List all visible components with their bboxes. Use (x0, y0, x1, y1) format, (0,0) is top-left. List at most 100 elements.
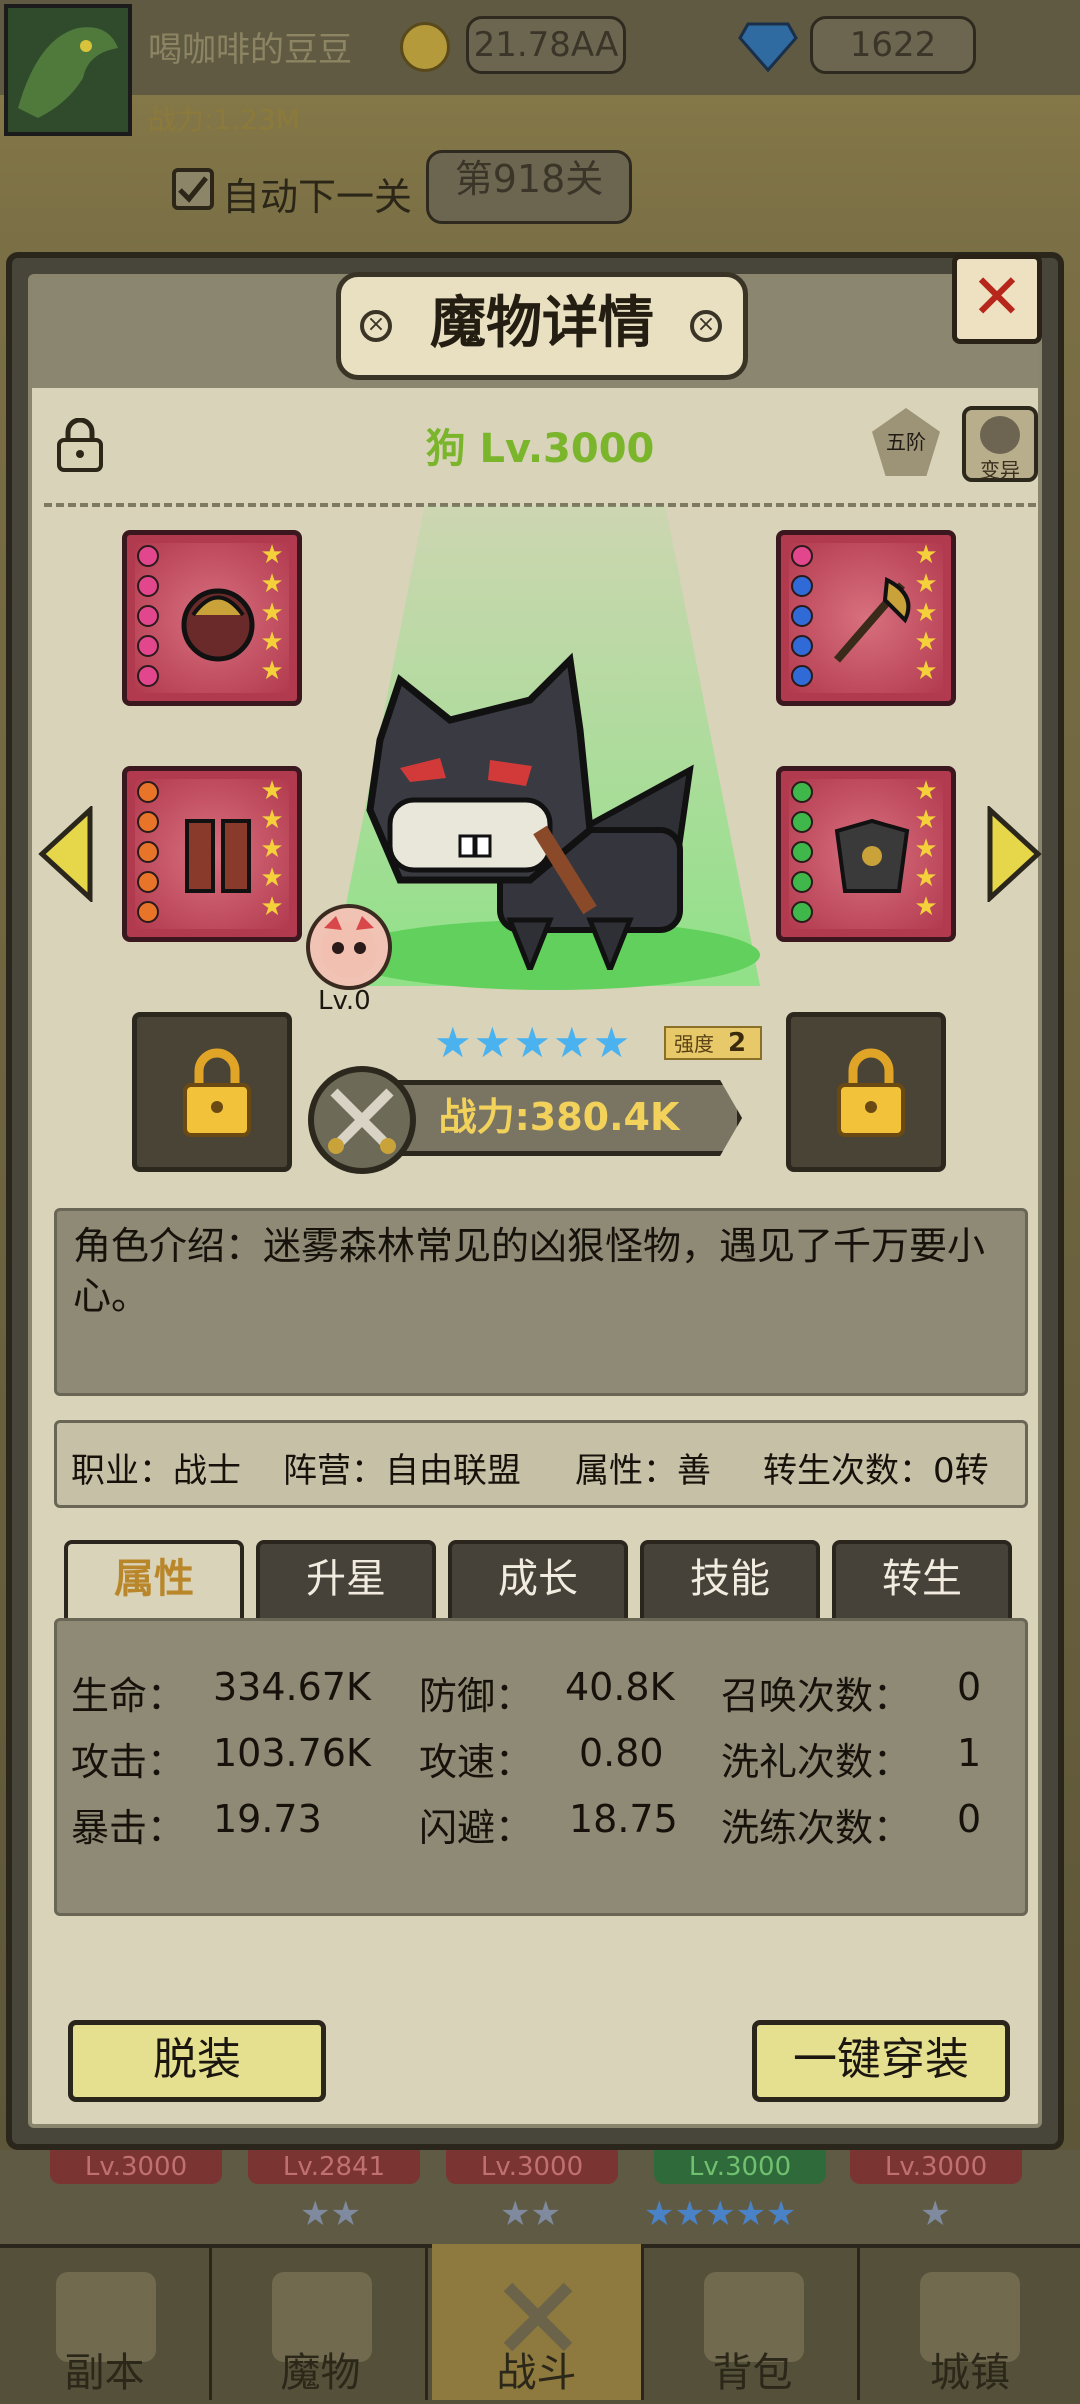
star-icon: ★ (473, 1018, 514, 1067)
boots-icon (173, 811, 263, 901)
armor-icon (827, 811, 917, 901)
stat-label: 防御： (419, 1674, 534, 1718)
mutate-button[interactable]: 变异 (962, 406, 1038, 482)
hero-slot[interactable]: Lv.2841 (248, 2150, 420, 2184)
tab-growth[interactable]: 成长 (448, 1540, 628, 1618)
gold-coin-icon (400, 22, 450, 72)
gem-icon (791, 811, 813, 833)
monster-info-row: 职业：战士 阵营：自由联盟 属性：善 转生次数：0转 (54, 1420, 1028, 1508)
gem-icon (137, 545, 159, 567)
stat-value: 18.75 (569, 1797, 678, 1841)
hero-stars: ★★ (500, 2194, 561, 2234)
gem-icon (137, 665, 159, 687)
nav-backpack[interactable]: 背包 (648, 2244, 860, 2400)
gem-icon (137, 841, 159, 863)
diamond-icon (738, 20, 798, 73)
nav-dungeon[interactable]: 副本 (0, 2244, 212, 2400)
player-avatar[interactable] (4, 4, 132, 136)
helmet-icon (173, 575, 263, 665)
info-faction: 阵营：自由联盟 (283, 1451, 521, 1491)
stat-value: 1 (957, 1731, 982, 1775)
gem-icon (137, 635, 159, 657)
stat-label: 暴击： (71, 1806, 186, 1850)
nav-battle[interactable]: 战斗 (432, 2244, 644, 2400)
gem-icon (137, 605, 159, 627)
axe-icon (827, 575, 917, 665)
hero-stars: ★★ (300, 2194, 361, 2234)
gem-icon (137, 871, 159, 893)
gem-icon (791, 901, 813, 923)
skull-icon (980, 416, 1020, 454)
star-icon: ★ (434, 1018, 474, 1067)
auto-next-label: 自动下一关 (222, 175, 413, 219)
stat-label: 攻速： (419, 1740, 534, 1784)
stat-label: 洗礼次数： (721, 1740, 912, 1784)
star-icon: ★ (513, 1018, 553, 1067)
stat-label: 攻击： (71, 1740, 186, 1784)
stage-label: 第918关 (426, 150, 632, 224)
gem-icon (791, 575, 813, 597)
hero-stars: ★★★★★ (644, 2194, 797, 2234)
tab-rebirth[interactable]: 转生 (832, 1540, 1012, 1618)
pet-avatar[interactable] (306, 904, 392, 990)
next-monster-arrow-icon[interactable] (986, 804, 1042, 904)
info-attribute: 属性：善 (575, 1451, 711, 1491)
gem-icon (137, 901, 159, 923)
padlock-icon (181, 1047, 253, 1139)
strength-badge: 强度 2 (664, 1026, 762, 1060)
locked-slot-right[interactable] (786, 1012, 946, 1172)
padlock-icon (835, 1047, 907, 1139)
monster-description: 角色介绍：迷雾森林常见的凶狠怪物，遇见了千万要小心。 (54, 1208, 1028, 1396)
info-rebirth: 转生次数：0转 (763, 1451, 989, 1491)
prev-monster-arrow-icon[interactable] (38, 804, 94, 904)
nav-monster[interactable]: 魔物 (216, 2244, 428, 2400)
tab-star-up[interactable]: 升星 (256, 1540, 436, 1618)
gold-amount: 21.78AA (466, 16, 626, 74)
equip-slot-helmet[interactable]: ★ ★ ★ ★ ★ (122, 530, 302, 706)
equip-slot-boots[interactable]: ★ ★ ★ ★ ★ (122, 766, 302, 942)
nav-town[interactable]: 城镇 (864, 2244, 1076, 2400)
hero-slot[interactable]: Lv.3000 (50, 2150, 222, 2184)
stat-value: 19.73 (213, 1797, 322, 1841)
unequip-button[interactable]: 脱装 (68, 2020, 326, 2102)
auto-next-checkbox[interactable] (172, 168, 214, 210)
diamond-amount: 1622 (810, 16, 976, 74)
close-button[interactable]: ✕ (952, 254, 1042, 344)
equip-slot-armor[interactable]: ★ ★ ★ ★ ★ (776, 766, 956, 942)
stat-value: 0 (957, 1665, 982, 1709)
monster-dog-sprite (360, 650, 720, 977)
gem-icon (137, 811, 159, 833)
gem-icon (791, 841, 813, 863)
tab-skills[interactable]: 技能 (640, 1540, 820, 1618)
hero-slot[interactable]: Lv.3000 (446, 2150, 618, 2184)
stat-label: 生命： (71, 1674, 186, 1718)
gem-icon (791, 665, 813, 687)
stat-value: 103.76K (213, 1731, 371, 1775)
pet-level: Lv.0 (318, 986, 371, 1016)
mutate-label: 变异 (980, 458, 1020, 482)
stat-value: 334.67K (213, 1665, 371, 1709)
monster-power: 战力:380.4K (376, 1080, 742, 1156)
stat-label: 闪避： (419, 1806, 534, 1850)
star-icon: ★ (592, 1018, 633, 1067)
stat-value: 40.8K (565, 1665, 675, 1709)
tab-attributes[interactable]: 属性 (64, 1540, 244, 1618)
hero-stars: ★ (920, 2194, 951, 2234)
equip-all-button[interactable]: 一键穿装 (752, 2020, 1010, 2102)
locked-slot-left[interactable] (132, 1012, 292, 1172)
stat-label: 洗练次数： (721, 1806, 912, 1850)
gem-icon (137, 575, 159, 597)
gem-icon (791, 781, 813, 803)
hero-slot[interactable]: Lv.3000 (654, 2150, 826, 2184)
player-nickname: 喝咖啡的豆豆 (148, 30, 352, 70)
stat-label: 召唤次数： (721, 1674, 912, 1718)
hero-slot[interactable]: Lv.3000 (850, 2150, 1022, 2184)
info-class: 职业：战士 (71, 1451, 241, 1491)
stat-value: 0.80 (579, 1731, 664, 1775)
dialog-title: 魔物详情 (336, 272, 748, 380)
gem-icon (791, 605, 813, 627)
equip-slot-weapon[interactable]: ★ ★ ★ ★ ★ (776, 530, 956, 706)
star-icon: ★ (552, 1018, 593, 1067)
gem-icon (791, 545, 813, 567)
crossed-swords-icon (308, 1066, 416, 1174)
